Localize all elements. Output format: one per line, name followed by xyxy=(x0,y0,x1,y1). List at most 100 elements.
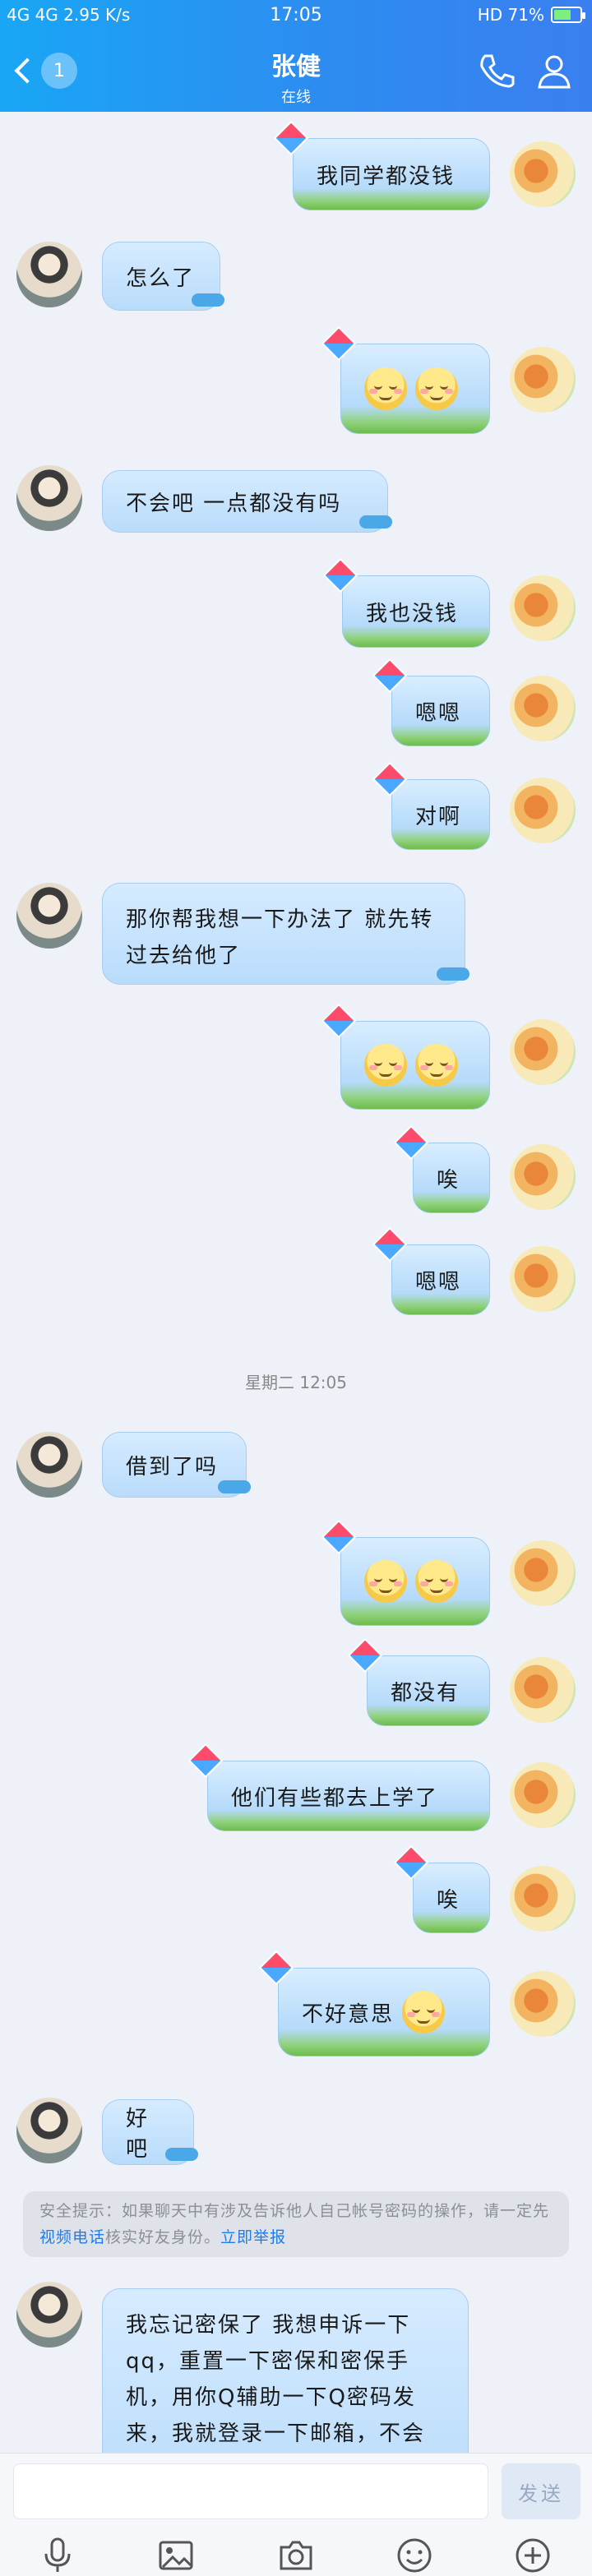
kite-icon xyxy=(347,1637,383,1673)
send-button[interactable]: 发送 xyxy=(502,2463,580,2519)
message-bubble-in[interactable]: 怎么了 xyxy=(102,242,224,311)
message-bubble-out[interactable]: 他们有些都去上学了 xyxy=(187,1743,490,1831)
kite-icon xyxy=(321,1519,357,1555)
my-avatar[interactable] xyxy=(510,1019,576,1085)
wave-icon xyxy=(218,1480,251,1493)
my-avatar[interactable] xyxy=(510,1540,576,1606)
smiling-face-icon xyxy=(415,1560,458,1603)
kite-icon xyxy=(273,120,309,156)
message-text: 我也没钱 xyxy=(366,601,459,626)
message-text: 都没有 xyxy=(391,1680,460,1706)
message-text: 我忘记密保了 我想申诉一下qq，重置一下密保和密保手机，用你Q辅助一下Q密码发来… xyxy=(126,2313,426,2471)
profile-icon[interactable] xyxy=(534,51,574,90)
message-text: 唉 xyxy=(437,1167,460,1193)
message-text: 嗯嗯 xyxy=(415,1269,462,1295)
kite-icon xyxy=(187,1743,224,1779)
kite-icon xyxy=(321,325,357,362)
message-text: 对啊 xyxy=(415,804,462,829)
message-input[interactable] xyxy=(13,2463,488,2519)
my-avatar[interactable] xyxy=(510,778,576,843)
kite-icon xyxy=(258,1950,294,1986)
message-bubble-out[interactable]: 嗯嗯 xyxy=(372,1226,490,1315)
message-text: 唉 xyxy=(437,1887,460,1913)
contact-avatar[interactable] xyxy=(16,883,82,949)
kite-icon xyxy=(321,1003,357,1039)
wave-icon xyxy=(359,515,392,529)
safety-notice: 安全提示：如果聊天中有涉及告诉他人自己帐号密码的操作，请一定先视频电话核实好友身… xyxy=(23,2191,569,2257)
my-avatar[interactable] xyxy=(510,347,576,413)
my-avatar[interactable] xyxy=(510,1144,576,1210)
my-avatar[interactable] xyxy=(510,1246,576,1312)
report-link[interactable]: 立即举报 xyxy=(220,2228,286,2246)
contact-avatar[interactable] xyxy=(16,465,82,531)
time-divider: 星期二 12:05 xyxy=(245,1373,347,1392)
image-icon[interactable] xyxy=(156,2536,196,2575)
message-bubble-in[interactable]: 好吧 xyxy=(102,2099,198,2165)
contact-avatar[interactable] xyxy=(16,2282,82,2347)
message-bubble-out[interactable]: 都没有 xyxy=(347,1637,490,1726)
kite-icon xyxy=(372,658,408,694)
message-text: 好吧 xyxy=(126,2107,150,2162)
message-bubble-out[interactable]: 嗯嗯 xyxy=(372,658,490,746)
top-bar: 4G 4G 2.95 K/s 17:05 HD 71% 1 张健 在线 xyxy=(0,0,592,112)
contact-avatar[interactable] xyxy=(16,2098,82,2163)
message-bubble-in[interactable]: 借到了吗 xyxy=(102,1432,251,1498)
emoji-icon[interactable] xyxy=(395,2536,434,2575)
phone-icon[interactable] xyxy=(475,51,515,90)
smiling-face-icon xyxy=(415,367,458,410)
my-avatar[interactable] xyxy=(510,141,576,207)
message-bubble-in[interactable]: 我忘记密保了 我想申诉一下qq，重置一下密保和密保手机，用你Q辅助一下Q密码发来… xyxy=(102,2288,469,2471)
message-text: 那你帮我想一下办法了 就先转过去给他了 xyxy=(126,907,434,968)
message-bubble-out[interactable]: 我同学都没钱 xyxy=(273,120,490,210)
safety-text: 核实好友身份。 xyxy=(105,2228,221,2246)
kite-icon xyxy=(322,557,358,593)
message-bubble-out[interactable]: 唉 xyxy=(393,1124,490,1213)
video-call-link[interactable]: 视频电话 xyxy=(39,2228,105,2246)
battery-icon xyxy=(551,7,585,23)
message-bubble-out[interactable]: 我也没钱 xyxy=(322,557,490,648)
smiling-face-icon xyxy=(402,1991,446,2034)
wave-icon xyxy=(165,2148,198,2161)
message-bubble-out[interactable]: 唉 xyxy=(393,1844,490,1933)
microphone-icon[interactable] xyxy=(38,2536,77,2575)
camera-icon[interactable] xyxy=(276,2536,316,2575)
message-text: 嗯嗯 xyxy=(415,700,462,726)
message-text: 我同学都没钱 xyxy=(317,164,456,189)
safety-text: 安全提示：如果聊天中有涉及告诉他人自己帐号密码的操作，请一定先 xyxy=(39,2202,550,2220)
message-text: 怎么了 xyxy=(126,265,196,291)
plus-icon[interactable] xyxy=(513,2536,553,2575)
my-avatar[interactable] xyxy=(510,1762,576,1828)
message-bubble-in[interactable]: 那你帮我想一下办法了 就先转过去给他了 xyxy=(102,883,469,985)
contact-avatar[interactable] xyxy=(16,242,82,307)
message-bubble-out[interactable] xyxy=(321,1519,490,1626)
battery-text: HD 71% xyxy=(477,5,544,25)
wave-icon xyxy=(437,967,469,981)
my-avatar[interactable] xyxy=(510,676,576,741)
message-bubble-out[interactable] xyxy=(321,1003,490,1110)
smiling-face-icon xyxy=(415,1044,458,1087)
smiling-face-icon xyxy=(364,367,407,410)
kite-icon xyxy=(393,1844,429,1881)
message-text: 不好意思 xyxy=(302,2001,395,2027)
my-avatar[interactable] xyxy=(510,575,576,641)
my-avatar[interactable] xyxy=(510,1866,576,1932)
contact-avatar[interactable] xyxy=(16,1432,82,1498)
smiling-face-icon xyxy=(364,1044,407,1087)
composer: 发送 xyxy=(0,2453,592,2576)
message-bubble-out[interactable] xyxy=(321,325,490,434)
my-avatar[interactable] xyxy=(510,1657,576,1723)
status-bar: 4G 4G 2.95 K/s 17:05 HD 71% xyxy=(0,0,592,33)
composer-toolbar xyxy=(0,2532,592,2576)
message-text: 他们有些都去上学了 xyxy=(231,1785,439,1811)
chat-history[interactable]: 我同学都没钱 怎么了 不会吧 一点都没有吗 我也没钱 嗯嗯 对啊 那你帮我想一下… xyxy=(0,112,592,2471)
message-text: 不会吧 一点都没有吗 xyxy=(126,491,342,516)
wave-icon xyxy=(192,293,224,307)
kite-icon xyxy=(372,761,408,797)
smiling-face-icon xyxy=(364,1560,407,1603)
my-avatar[interactable] xyxy=(510,1971,576,2037)
message-bubble-in[interactable]: 不会吧 一点都没有吗 xyxy=(102,470,392,533)
message-bubble-out[interactable]: 对啊 xyxy=(372,761,490,850)
kite-icon xyxy=(393,1124,429,1161)
message-text: 借到了吗 xyxy=(126,1454,219,1480)
message-bubble-out[interactable]: 不好意思 xyxy=(258,1950,490,2057)
